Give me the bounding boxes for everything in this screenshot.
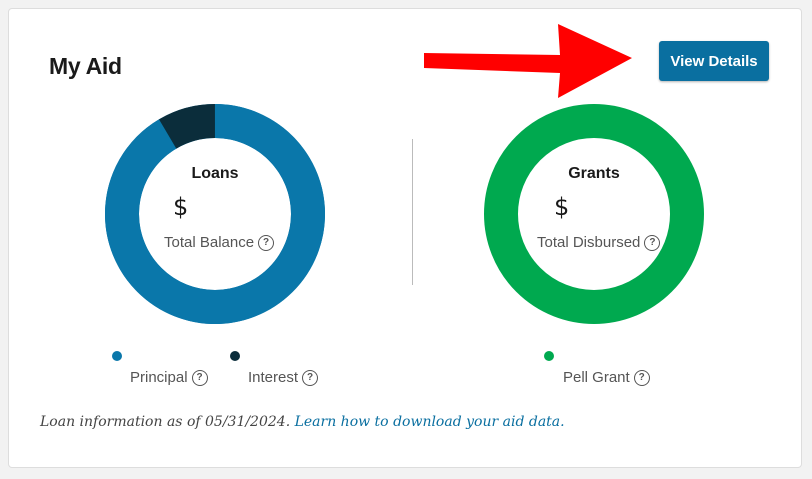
loans-total-balance: Total Balance ? <box>164 234 275 251</box>
principal-legend: Principal ? <box>130 369 208 386</box>
pell-grant-legend-dot <box>544 351 554 361</box>
total-disbursed-label: Total Disbursed <box>537 234 641 251</box>
principal-arc <box>105 104 325 324</box>
card-title: My Aid <box>49 53 122 79</box>
loans-title: Loans <box>191 165 239 182</box>
view-details-button[interactable]: View Details <box>659 41 769 81</box>
grants-ring <box>484 104 704 324</box>
interest-arc <box>159 104 216 149</box>
help-icon[interactable]: ? <box>258 234 275 251</box>
help-icon[interactable]: ? <box>633 369 650 386</box>
help-icon[interactable]: ? <box>302 369 319 386</box>
section-divider <box>412 139 413 285</box>
principal-label: Principal <box>130 369 188 386</box>
red-arrow-annotation <box>424 24 632 98</box>
pell-grant-label: Pell Grant <box>563 369 630 386</box>
interest-legend-dot <box>230 351 240 361</box>
loans-amount: $ <box>173 193 189 221</box>
loan-info-text: Loan information as of 05/31/2024. <box>40 414 291 430</box>
grants-donut-chart <box>484 104 704 324</box>
interest-label: Interest <box>248 369 299 386</box>
pell-grant-legend: Pell Grant ? <box>563 369 650 386</box>
total-balance-label: Total Balance <box>164 234 255 251</box>
principal-legend-dot <box>112 351 122 361</box>
help-icon[interactable]: ? <box>191 369 208 386</box>
grants-amount: $ <box>554 193 570 221</box>
grants-total-disbursed: Total Disbursed ? <box>537 234 661 251</box>
interest-legend: Interest ? <box>248 369 319 386</box>
loan-info-footer: Loan information as of 05/31/2024. Learn… <box>40 414 565 430</box>
grants-title: Grants <box>568 165 620 182</box>
download-aid-data-link[interactable]: Learn how to download your aid data. <box>295 414 565 430</box>
loans-donut-chart <box>105 104 325 324</box>
help-icon[interactable]: ? <box>644 234 661 251</box>
